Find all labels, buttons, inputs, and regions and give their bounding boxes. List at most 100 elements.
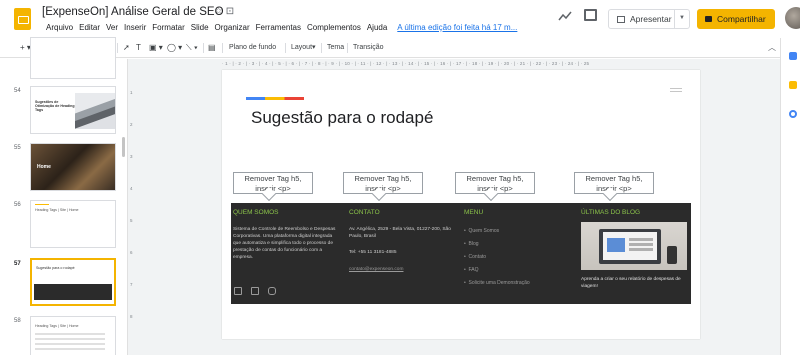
contact-address: Av. Angélica, 2529 - Bela Vista, 01227-2… xyxy=(349,227,451,239)
callout-annotation[interactable]: Remover Tag h5, inserir <p> xyxy=(233,172,313,194)
contact-email-link: contato@expenseon.com xyxy=(349,267,404,272)
select-cursor-icon[interactable]: ➚ xyxy=(123,42,130,54)
contact-heading: CONTATO xyxy=(349,209,380,216)
toolbar-divider xyxy=(347,43,348,53)
thumbnail-accent xyxy=(35,204,49,205)
thumbnail-footer-preview xyxy=(34,284,112,300)
menu-formatar[interactable]: Formatar xyxy=(152,23,184,32)
user-avatar[interactable] xyxy=(785,7,800,29)
horizontal-ruler[interactable]: · 1 · | · 2 · | · 3 · | · 4 · | · 5 · | … xyxy=(222,59,700,68)
slides-app: [ExpenseOn] Análise Geral de SEO ☆ ⊡ Arq… xyxy=(0,0,800,355)
menu-editar[interactable]: Editar xyxy=(79,23,100,32)
thumbnail-title: Sugestão para o rodapé xyxy=(36,266,75,270)
star-and-move-icons[interactable]: ☆ ⊡ xyxy=(214,6,234,17)
present-icon xyxy=(617,15,625,23)
toolbar-divider xyxy=(203,43,204,53)
tasks-icon[interactable] xyxy=(789,110,797,118)
toolbar-divider xyxy=(222,43,223,53)
menu-item: • Contato xyxy=(464,254,487,260)
menu-slide[interactable]: Slide xyxy=(191,23,209,32)
slide-thumbnail[interactable]: Sugestões de Otimização de Heading Tags xyxy=(30,86,116,134)
slide-thumbnail[interactable]: Home xyxy=(30,143,116,191)
present-button[interactable]: Apresentar ▼ xyxy=(608,9,690,29)
filmstrip-scrollbar[interactable] xyxy=(122,137,125,157)
blog-post-image xyxy=(581,222,687,270)
keep-icon[interactable] xyxy=(789,81,797,89)
footer-screenshot[interactable]: QUEM SOMOS Sistema de Controle de Reembo… xyxy=(231,203,691,304)
menu-ver[interactable]: Ver xyxy=(106,23,118,32)
thumbnail-title: Sugestões de Otimização de Heading Tags xyxy=(35,100,75,113)
slide-number: 55 xyxy=(14,145,21,151)
shape-icon[interactable]: ◯ ▾ xyxy=(167,42,182,54)
callout-annotation[interactable]: Remover Tag h5, inserir <p> xyxy=(455,172,535,194)
blog-heading: ÚLTIMAS DO BLOG xyxy=(581,209,641,216)
share-label: Compartilhar xyxy=(717,14,766,24)
thumbnail-text-lines xyxy=(35,333,105,335)
comment-add-icon[interactable]: ▤ xyxy=(208,42,216,54)
chevron-down-icon[interactable]: ▼ xyxy=(679,15,685,21)
menu-organizar[interactable]: Organizar xyxy=(215,23,250,32)
menu-arquivo[interactable]: Arquivo xyxy=(46,23,73,32)
twitter-icon xyxy=(234,287,242,295)
callout-annotation[interactable]: Remover Tag h5, inserir <p> xyxy=(343,172,423,194)
slide-number: 54 xyxy=(14,88,21,94)
slide-thumbnail-selected[interactable]: Sugestão para o rodapé xyxy=(30,258,116,306)
transition-button[interactable]: Transição xyxy=(353,42,383,54)
comment-history-icon[interactable] xyxy=(584,9,597,21)
toolbar-divider xyxy=(117,43,118,53)
line-icon[interactable]: ⟍ ▾ xyxy=(186,42,198,54)
menu-item: • Blog xyxy=(464,241,479,247)
theme-button[interactable]: Tema xyxy=(327,42,344,54)
toolbar-divider xyxy=(285,43,286,53)
blog-caption: Aprenda a criar o seu relatório de despe… xyxy=(581,277,681,289)
menu-inserir[interactable]: Inserir xyxy=(124,23,146,32)
slide-thumbnail[interactable]: Heading Tags | Site | Home xyxy=(30,316,116,355)
activity-trend-icon[interactable] xyxy=(558,10,572,22)
text-box-icon[interactable]: T xyxy=(136,42,141,54)
layout-button[interactable]: Layout▾ xyxy=(291,42,316,54)
monitor-screen xyxy=(603,232,657,260)
menu-heading: MENU xyxy=(464,209,484,216)
thumbnail-title: Home xyxy=(37,164,51,170)
about-heading: QUEM SOMOS xyxy=(233,209,279,216)
thumbnail-title: Heading Tags | Site | Home xyxy=(35,208,79,212)
menu-bar: Arquivo Editar Ver Inserir Formatar Slid… xyxy=(46,23,517,32)
present-divider xyxy=(674,10,675,28)
share-button[interactable]: Compartilhar xyxy=(697,9,775,29)
mountain-image xyxy=(75,93,115,129)
chevron-up-icon[interactable]: ︿ xyxy=(768,42,776,53)
menu-ajuda[interactable]: Ajuda xyxy=(367,23,387,32)
side-panel xyxy=(780,38,800,355)
menu-item: • Quem Somos xyxy=(464,228,500,234)
slide-thumbnail[interactable]: Heading Tags | Site | Home xyxy=(30,200,116,248)
menu-item: • Solicite uma Demonstração xyxy=(464,280,530,286)
slide-thumbnail[interactable] xyxy=(30,37,116,79)
document-title[interactable]: [ExpenseOn] Análise Geral de SEO xyxy=(42,6,224,18)
vertical-ruler[interactable]: 123 456 78 xyxy=(128,70,137,350)
facebook-icon xyxy=(251,287,259,295)
calendar-icon[interactable] xyxy=(789,52,797,60)
background-button[interactable]: Plano de fundo xyxy=(229,42,276,54)
image-icon[interactable]: ▣ ▾ xyxy=(149,42,163,54)
menu-ferramentas[interactable]: Ferramentas xyxy=(256,23,301,32)
slide-filmstrip: 54 Sugestões de Otimização de Heading Ta… xyxy=(0,37,128,355)
menu-complementos[interactable]: Complementos xyxy=(307,23,361,32)
toolbar: + ▾ ↶ ↷ ⎙ ⚲ ⊕ ▾ ➚ T ▣ ▾ ◯ ▾ ⟍ ▾ ▤ Plano … xyxy=(0,38,800,58)
contact-phone: Tel: +55 11 3181-4885 xyxy=(349,250,397,255)
color-accent-bar xyxy=(246,97,304,100)
slide-title[interactable]: Sugestão para o rodapé xyxy=(251,108,433,128)
last-edit-link[interactable]: A última edição foi feita há 17 m... xyxy=(397,23,517,32)
slide-number: 58 xyxy=(14,318,21,324)
phone-graphic xyxy=(667,246,677,264)
menu-item: • FAQ xyxy=(464,267,479,273)
toolbar-divider xyxy=(321,43,322,53)
slide-number: 57 xyxy=(14,261,21,267)
slides-logo-icon[interactable] xyxy=(14,8,31,30)
about-text: Sistema de Controle de Reembolso e Despe… xyxy=(233,227,336,260)
instagram-icon xyxy=(268,287,276,295)
drag-handle-icon[interactable] xyxy=(670,88,682,92)
slide-number: 56 xyxy=(14,202,21,208)
callout-annotation[interactable]: Remover Tag h5, inserir <p> xyxy=(574,172,654,194)
title-bar: [ExpenseOn] Análise Geral de SEO ☆ ⊡ Arq… xyxy=(0,0,800,38)
slide-canvas[interactable]: Sugestão para o rodapé Remover Tag h5, i… xyxy=(222,70,700,339)
